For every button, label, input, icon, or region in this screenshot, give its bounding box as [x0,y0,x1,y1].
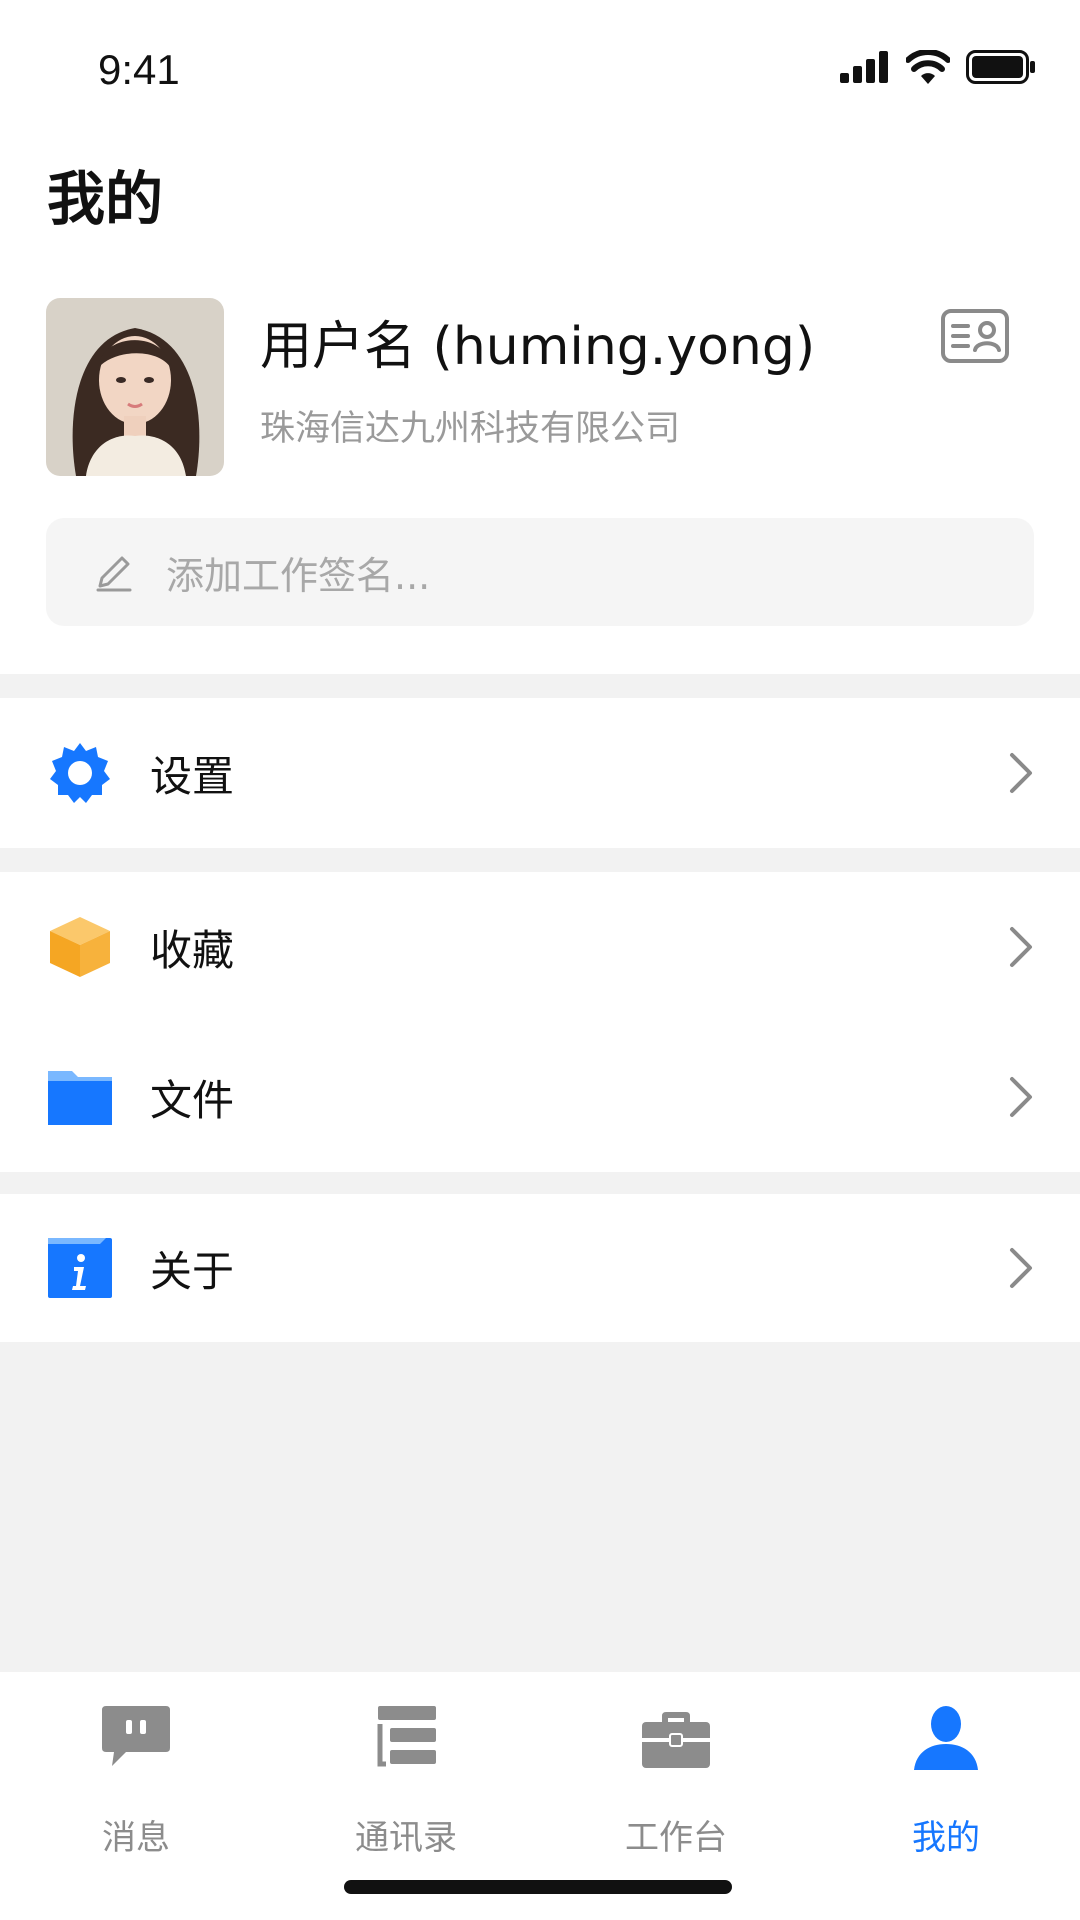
menu-label-files: 文件 [150,1075,235,1125]
menu-label-settings: 设置 [150,751,235,801]
signature-placeholder: 添加工作签名... [166,553,431,598]
avatar[interactable] [46,298,224,476]
empty-area [0,1342,1080,1672]
username: 用户名 (huming.yong) [260,317,816,377]
person-icon [914,1706,978,1770]
chat-bubble-icon [102,1706,170,1766]
tab-label-me: 我的 [912,1818,980,1858]
section-divider [0,848,1080,872]
tab-label-messages: 消息 [102,1818,170,1858]
chevron-right-icon [1010,753,1032,793]
tab-label-contacts: 通讯录 [355,1818,457,1858]
home-indicator[interactable] [344,1880,732,1894]
menu-label-about: 关于 [150,1246,235,1296]
tab-contacts[interactable]: 通讯录 [306,1702,506,1858]
status-time: 9:41 [98,46,180,93]
section-divider [0,1172,1080,1194]
battery-icon [966,50,1035,84]
status-bar: 9:41 [0,0,1080,130]
section-divider [0,674,1080,698]
tab-me[interactable]: 我的 [846,1702,1046,1858]
company-name: 珠海信达九州科技有限公司 [260,409,681,449]
menu-item-favorites[interactable]: 收藏 [0,872,1080,1022]
briefcase-icon [642,1712,710,1768]
wifi-icon [906,50,950,84]
tab-label-workbench: 工作台 [625,1818,727,1858]
chevron-right-icon [1010,927,1032,967]
page-title: 我的 [47,165,164,233]
contact-card-button[interactable] [940,308,1010,364]
work-signature-field[interactable]: 添加工作签名... [46,518,1034,626]
gear-icon [50,743,110,803]
info-icon [48,1238,112,1298]
tab-messages[interactable]: 消息 [36,1702,236,1858]
profile-screen: 9:41 我的 用户名 (huming.yong) 珠海信达九州科技有限公司 添… [0,0,1080,1920]
tab-workbench[interactable]: 工作台 [576,1702,776,1858]
pencil-icon [96,556,132,592]
status-icons [840,50,1036,84]
contacts-icon [377,1706,436,1767]
menu-item-about[interactable]: 关于 [0,1194,1080,1342]
folder-icon [48,1071,112,1125]
menu-item-settings[interactable]: 设置 [0,698,1080,848]
menu-label-favorites: 收藏 [150,925,235,975]
chevron-right-icon [1010,1077,1032,1117]
box-icon [50,917,110,977]
contact-card-icon [941,309,1009,363]
menu-item-files[interactable]: 文件 [0,1022,1080,1172]
chevron-right-icon [1010,1248,1032,1288]
signal-icon [840,51,888,83]
